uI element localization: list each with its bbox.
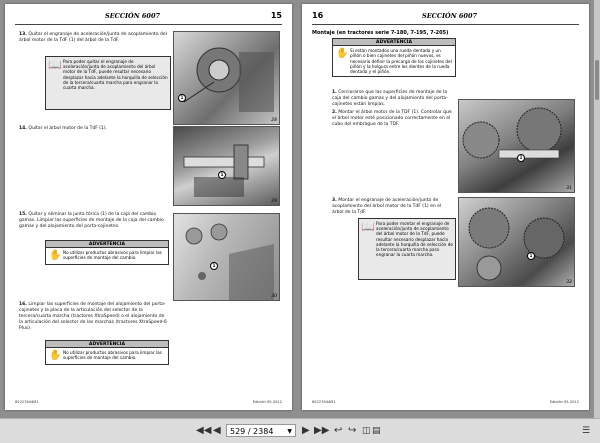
document-viewer[interactable]: SECCIÓN 6007 15 13. Quitar el engranaje … <box>0 0 594 418</box>
step-text: Quitar el árbol motor de la TdF (1). <box>28 126 108 131</box>
housing-illustration <box>185 223 274 300</box>
note-text: Para poder montar el engranaje de aceler… <box>376 221 453 258</box>
menu-icon[interactable]: ☰ <box>582 425 590 437</box>
step-text: Limpiar las superficies de montaje del a… <box>19 302 167 331</box>
callout-1: 1 <box>218 171 226 179</box>
figure-number: 31 <box>566 186 572 191</box>
vertical-scrollbar[interactable] <box>594 0 600 418</box>
figure-number: 30 <box>271 294 277 299</box>
figure-number: 28 <box>271 118 277 123</box>
step-text: Montar el engranaje de aceleración/junta… <box>332 198 442 215</box>
step-2: 2. Montar el árbol motor de la TDF (1). … <box>332 110 454 128</box>
step-number: 15. <box>19 212 27 217</box>
figure-number: 29 <box>271 199 277 204</box>
left-page: SECCIÓN 6007 15 13. Quitar el engranaje … <box>5 4 292 410</box>
note-text: Para poder quitar el engranaje de aceler… <box>63 59 168 91</box>
footer-code: 85227644M1 <box>312 400 336 404</box>
step-text: Cerciorarse que las superficies de monta… <box>332 90 448 107</box>
page-number: 16 <box>312 11 324 20</box>
figure-30: 1 30 <box>173 213 280 301</box>
warning-text: Si están montados una rueda dentada y un… <box>350 48 452 75</box>
step-16: 16. Limpiar las superficies de montaje d… <box>19 302 169 332</box>
section-title: SECCIÓN 6007 <box>422 12 477 20</box>
page-header: SECCIÓN 6007 15 <box>15 11 282 25</box>
figure-29: 1 29 <box>173 126 280 206</box>
first-page-icon[interactable]: ◀◀ <box>196 425 211 437</box>
step-3: 3. Montar el engranaje de aceleración/ju… <box>332 198 454 216</box>
prev-page-icon[interactable]: ◀ <box>213 425 221 437</box>
coupling-illustration <box>468 207 565 281</box>
warning-title: ADVERTENCIA <box>333 39 455 47</box>
step-text: Quitar y eliminar la junta tórica (1) de… <box>19 212 164 229</box>
viewer-toolbar: ◀◀ ◀ 529 / 2384 ▼ ▶ ▶▶ ↩ ↪ ◫ ▤ ☰ <box>0 418 600 443</box>
back-icon[interactable]: ↩ <box>334 425 342 437</box>
figure-number: 32 <box>566 280 572 285</box>
warning-title: ADVERTENCIA <box>46 241 168 249</box>
chevron-down-icon[interactable]: ▼ <box>287 425 292 438</box>
two-page-icon[interactable]: ◫ <box>362 425 371 437</box>
scrollbar-thumb[interactable] <box>595 60 599 100</box>
last-page-icon[interactable]: ▶▶ <box>314 425 329 437</box>
shaft-illustration <box>183 144 265 197</box>
warning-title: ADVERTENCIA <box>46 341 168 349</box>
warning-box: ADVERTENCIA ✋ No utilizar productos abra… <box>45 340 169 366</box>
right-page: 16 SECCIÓN 6007 Montaje (en tractores se… <box>302 4 589 410</box>
note-box: 📖 Para poder quitar el engranaje de acel… <box>45 56 171 110</box>
step-number: 13. <box>19 32 27 37</box>
note-box: 📖 Para poder montar el engranaje de acel… <box>358 218 456 280</box>
stop-hand-icon: ✋ <box>336 48 349 60</box>
figure-28: 1 28 <box>173 31 280 125</box>
footer-edition: Edición 05-2012 <box>549 400 579 404</box>
page-number-input[interactable]: 529 / 2384 ▼ <box>226 424 296 437</box>
page-header: 16 SECCIÓN 6007 <box>312 11 579 25</box>
continuous-icon[interactable]: ▤ <box>372 425 381 437</box>
warning-box: ADVERTENCIA ✋ Si están montados una rued… <box>332 38 456 78</box>
step-14: 14. Quitar el árbol motor de la TdF (1). <box>19 126 169 132</box>
page-field-value: 529 / 2384 <box>230 427 274 436</box>
forward-icon[interactable]: ↪ <box>348 425 356 437</box>
step-text: Montar el árbol motor de la TDF (1). Con… <box>332 110 452 127</box>
section-heading: Montaje (en tractores serie 7-180, 7-195… <box>312 30 449 36</box>
step-number: 2. <box>332 110 337 115</box>
step-15: 15. Quitar y eliminar la junta tórica (1… <box>19 212 167 230</box>
step-number: 3. <box>332 198 337 203</box>
book-icon: 📖 <box>361 220 375 233</box>
callout-1: 1 <box>517 154 525 162</box>
stop-hand-icon: ✋ <box>49 350 62 362</box>
callout-1: 1 <box>178 94 186 102</box>
section-title: SECCIÓN 6007 <box>105 12 160 20</box>
step-number: 14. <box>19 126 27 131</box>
figure-32: 1 32 <box>458 197 575 287</box>
book-icon: 📖 <box>48 58 62 71</box>
figure-31: 1 31 <box>458 99 575 193</box>
step-13: 13. Quitar el engranaje de aceleración/j… <box>19 32 169 44</box>
page-number: 15 <box>270 11 282 20</box>
footer-edition: Edición 05-2012 <box>252 400 282 404</box>
step-number: 16. <box>19 302 27 307</box>
warning-box: ADVERTENCIA ✋ No utilizar productos abra… <box>45 240 169 266</box>
warning-text: No utilizar productos abrasivos para lim… <box>63 350 162 361</box>
gearbox-illustration <box>462 107 562 159</box>
footer-code: 85227644M1 <box>15 400 39 404</box>
gear-illustration <box>183 47 274 112</box>
step-number: 1. <box>332 90 337 95</box>
stop-hand-icon: ✋ <box>49 250 62 262</box>
callout-1: 1 <box>210 262 218 270</box>
next-page-icon[interactable]: ▶ <box>302 425 310 437</box>
callout-1: 1 <box>527 252 535 260</box>
step-1: 1. Cerciorarse que las superficies de mo… <box>332 90 454 108</box>
warning-text: No utilizar productos abrasivos para lim… <box>63 250 162 261</box>
step-text: Quitar el engranaje de aceleración/junta… <box>19 32 167 43</box>
